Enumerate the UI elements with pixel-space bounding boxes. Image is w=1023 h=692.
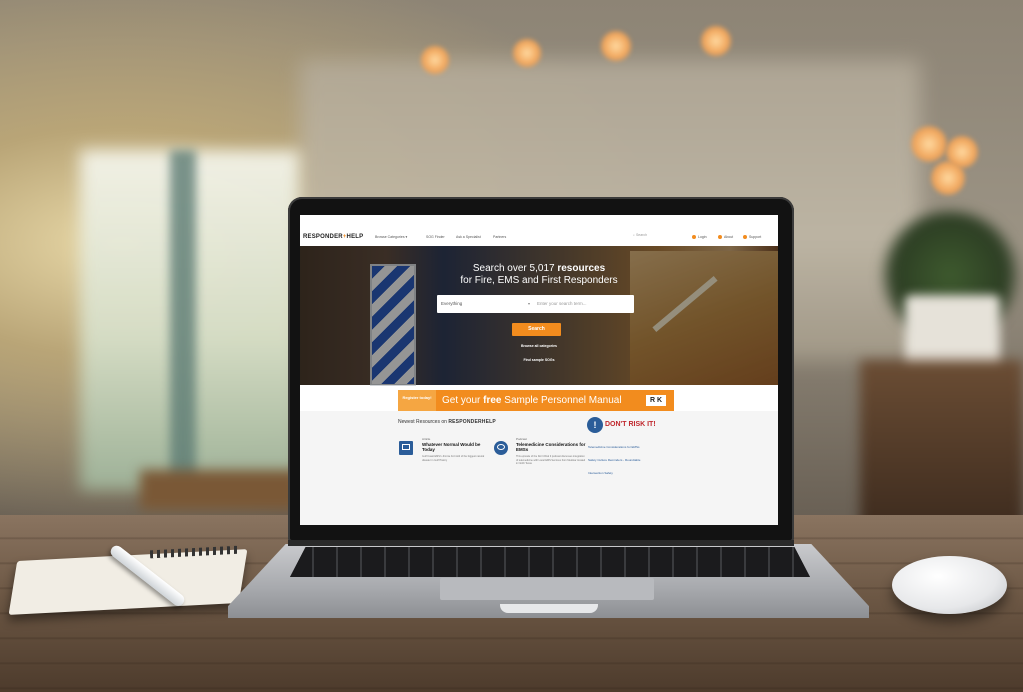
nav-support-label: Support — [749, 235, 762, 239]
laptop-trackpad — [440, 578, 654, 600]
banner-text-pre: Get your — [442, 395, 484, 406]
laptop-keyboard — [290, 547, 810, 577]
sidebar-link[interactable]: Intersection Safety — [588, 471, 613, 475]
card-description: This episode of the Don't Risk It podcas… — [516, 455, 586, 465]
nav-sog-finder[interactable]: SOG Finder — [426, 235, 445, 239]
back-table — [140, 470, 300, 510]
headline-bold: resources — [557, 263, 606, 274]
hero-section: Search over 5,017 resources for Fire, EM… — [300, 246, 778, 386]
nav-browse-categories[interactable]: Browse Categories ▾ — [375, 235, 407, 239]
podcast-icon[interactable] — [494, 441, 508, 455]
newest-brand: RESPONDERHELP — [448, 419, 496, 425]
nav-ask-specialist[interactable]: Ask a Specialist — [456, 235, 481, 239]
laptop-notch — [500, 604, 598, 613]
help-icon — [743, 235, 747, 240]
nav-support[interactable]: Support — [743, 235, 762, 240]
pendant-light — [600, 30, 632, 62]
laptop-screen: RESPONDER+HELP Browse Categories ▾ SOG F… — [300, 215, 778, 525]
register-cta[interactable]: Register today! — [398, 390, 436, 411]
dont-risk-it-mark: ! — [587, 417, 603, 433]
hero-search-bar: Everything ▾ Enter your search term... — [437, 295, 634, 313]
search-icon: ⌕ — [633, 233, 635, 237]
newest-resources-heading: Newest Resources on RESPONDERHELP — [398, 419, 496, 425]
category-select[interactable]: Everything — [441, 301, 462, 306]
pendant-light — [930, 160, 966, 196]
chevron-down-icon[interactable]: ▾ — [528, 301, 530, 306]
user-icon — [692, 235, 696, 240]
pendant-light — [910, 125, 948, 163]
nav-login[interactable]: Login — [692, 235, 707, 240]
card-title[interactable]: Telemedicine Considerations for EMSs — [516, 442, 586, 452]
promo-banner[interactable]: Register today! Get your free Sample Per… — [398, 390, 674, 411]
hero-headline: Search over 5,017 resources for Fire, EM… — [300, 263, 778, 287]
content-area — [300, 411, 778, 525]
nav-about[interactable]: About — [718, 235, 734, 240]
nav-login-label: Login — [698, 235, 707, 239]
dont-risk-it-logo[interactable]: ! DON'T RISK IT! — [587, 415, 662, 437]
card-title[interactable]: Whatever Normal Would be Today — [422, 442, 492, 452]
sidebar-link[interactable]: Telemedicine Considerations for EMSs — [588, 445, 640, 449]
search-input[interactable]: Enter your search term... — [537, 301, 587, 306]
sidebar-link[interactable]: Safety Culture Reminders - Roundtable — [588, 458, 640, 462]
card-type: Podcast — [516, 437, 527, 441]
logo-accent: HELP — [346, 234, 364, 240]
pendant-light — [512, 38, 542, 68]
nav-about-label: About — [724, 235, 734, 239]
card-description: Gulf Coast EMS's Jimmie Fort told of the… — [422, 455, 485, 462]
banner-text-post: Sample Personnel Manual — [501, 395, 622, 406]
computer-mouse — [892, 556, 1007, 614]
headline-line2: for Fire, EMS and First Responders — [460, 275, 618, 286]
info-icon — [718, 235, 722, 240]
search-button[interactable]: Search — [512, 323, 561, 336]
banner-text-bold: free — [483, 395, 502, 406]
shelf — [860, 360, 1023, 530]
laptop-hinge — [288, 540, 794, 546]
site-header: RESPONDER+HELP Browse Categories ▾ SOG F… — [300, 230, 778, 246]
pendant-light — [420, 45, 450, 75]
rk-logo: R K — [646, 395, 666, 406]
article-icon[interactable] — [399, 441, 413, 455]
newest-label: Newest Resources on — [398, 419, 449, 425]
find-sogs-link[interactable]: Find sample SOGs — [300, 358, 778, 362]
browse-categories-link[interactable]: Browse all categories — [300, 344, 778, 348]
nav-partners[interactable]: Partners — [493, 235, 506, 239]
logo-text: RESPONDER — [303, 234, 343, 240]
window-frame — [170, 150, 196, 490]
site-logo[interactable]: RESPONDER+HELP — [303, 234, 363, 240]
nav-search-placeholder: Search — [635, 233, 648, 237]
nav-search[interactable]: ⌕ Search — [633, 233, 677, 242]
headline-prefix: Search over 5,017 — [472, 263, 558, 274]
card-type: Article — [422, 437, 431, 441]
banner-text: Get your free Sample Personnel Manual — [442, 395, 622, 406]
dont-risk-it-text: DON'T RISK IT! — [605, 421, 656, 428]
pendant-light — [700, 25, 732, 57]
